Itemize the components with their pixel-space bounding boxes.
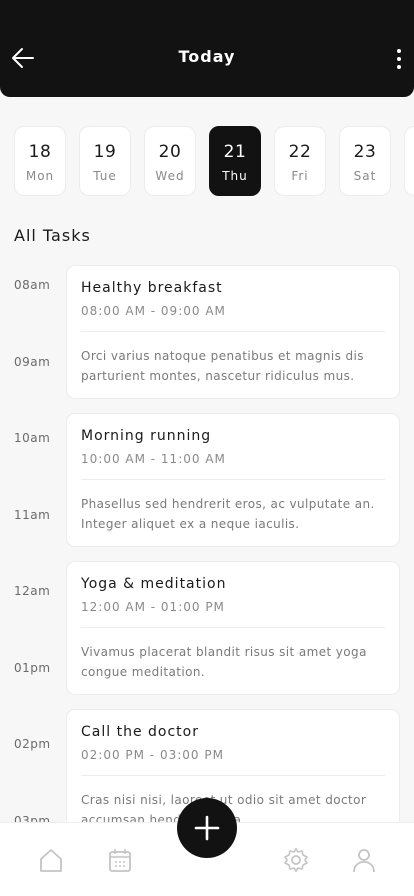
time-label: 10am xyxy=(14,431,51,445)
nav-profile-button[interactable] xyxy=(351,847,377,873)
day-chip-20[interactable]: 20 Wed xyxy=(144,126,196,196)
task-title: Call the doctor xyxy=(81,724,199,740)
plus-icon xyxy=(194,815,220,841)
task-description: Vivamus placerat blandit risus sit amet … xyxy=(81,645,367,679)
profile-icon xyxy=(353,849,375,873)
day-number: 23 xyxy=(353,142,377,162)
settings-icon xyxy=(284,848,308,872)
task-title: Morning running xyxy=(81,428,212,444)
time-label: 01pm xyxy=(14,661,51,675)
day-of-week: Mon xyxy=(25,169,55,183)
time-label: 08am xyxy=(14,278,51,292)
day-chip-23[interactable]: 23 Sat xyxy=(339,126,391,196)
day-chip-21-selected[interactable]: 21 Thu xyxy=(209,126,261,196)
date-strip: 18 Mon 19 Tue 20 Wed 21 Thu 22 Fri 23 Sa… xyxy=(0,126,414,196)
day-of-week: Wed xyxy=(155,169,185,183)
day-chip-19[interactable]: 19 Tue xyxy=(79,126,131,196)
page-title: Today xyxy=(178,47,236,66)
task-card[interactable]: Morning running 10:00 AM - 11:00 AM Phas… xyxy=(66,413,400,547)
day-of-week: Tue xyxy=(93,169,117,183)
day-of-week: Fri xyxy=(291,169,309,183)
add-task-button[interactable] xyxy=(177,798,237,858)
day-number: 22 xyxy=(288,142,312,162)
divider xyxy=(81,627,385,628)
divider xyxy=(81,775,385,776)
task-card[interactable]: Yoga & meditation 12:00 AM - 01:00 PM Vi… xyxy=(66,561,400,695)
day-of-week: Thu xyxy=(222,169,248,183)
divider xyxy=(81,331,385,332)
section-title: All Tasks xyxy=(14,226,91,245)
divider xyxy=(81,479,385,480)
calendar-icon xyxy=(109,849,131,872)
task-description: Phasellus sed hendrerit eros, ac vulputa… xyxy=(81,497,375,531)
task-card[interactable]: Healthy breakfast 08:00 AM - 09:00 AM Or… xyxy=(66,265,400,399)
time-label: 11am xyxy=(14,508,51,522)
more-vertical-icon xyxy=(397,49,401,53)
day-number: 18 xyxy=(28,142,52,162)
time-label: 12am xyxy=(14,584,51,598)
nav-settings-button[interactable] xyxy=(283,847,309,873)
time-label: 02pm xyxy=(14,737,51,751)
time-label: 09am xyxy=(14,355,51,369)
home-icon xyxy=(40,849,62,872)
task-time-range: 02:00 PM - 03:00 PM xyxy=(81,748,224,762)
task-description: Orci varius natoque penatibus et magnis … xyxy=(81,349,364,383)
task-time-range: 10:00 AM - 11:00 AM xyxy=(81,452,226,466)
header-bar: Today xyxy=(0,0,414,97)
task-time-range: 08:00 AM - 09:00 AM xyxy=(81,304,226,318)
day-of-week: Sat xyxy=(353,169,377,183)
day-chip-18[interactable]: 18 Mon xyxy=(14,126,66,196)
day-number: 19 xyxy=(93,142,117,162)
task-title: Healthy breakfast xyxy=(81,280,223,296)
task-time-range: 12:00 AM - 01:00 PM xyxy=(81,600,225,614)
nav-calendar-button[interactable] xyxy=(107,847,133,873)
task-title: Yoga & meditation xyxy=(81,576,227,592)
day-number: 21 xyxy=(223,142,247,162)
day-chip-22[interactable]: 22 Fri xyxy=(274,126,326,196)
day-chip-partial[interactable] xyxy=(404,126,414,196)
app-screen: Today 18 Mon 19 Tue 20 Wed 21 Thu 22 Fri xyxy=(0,0,414,896)
nav-home-button[interactable] xyxy=(38,847,64,873)
more-options-button[interactable] xyxy=(392,46,406,70)
day-number: 20 xyxy=(158,142,182,162)
